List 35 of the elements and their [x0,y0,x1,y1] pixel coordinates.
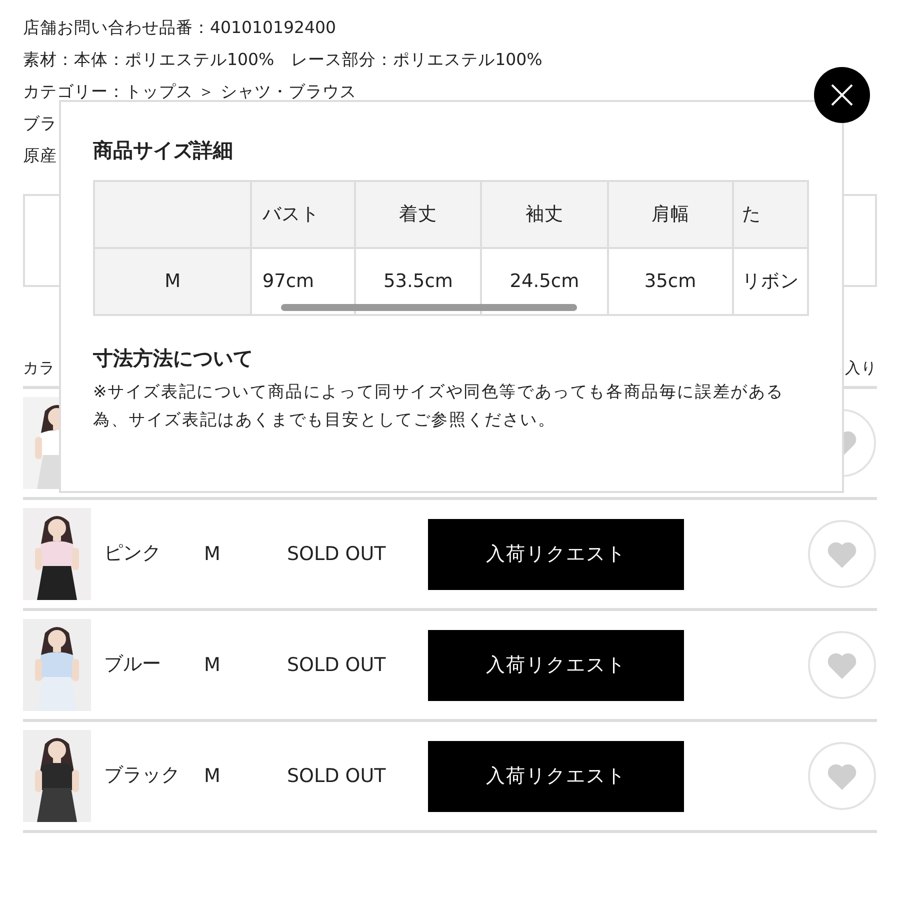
note-text: ※サイズ表記について商品によって同サイズや同色等であっても各商品毎に誤差がある為、サイズ表記はあくまでも目安としてご参照ください。 [93,381,786,431]
color-name: ブルー [104,655,162,676]
close-icon [831,84,853,106]
column-header: カラ [23,358,55,379]
table-cell: 35cm [608,248,733,315]
column-header: 肩幅 [608,181,733,248]
column-header: た [732,181,808,248]
restock-request-button[interactable]: 入荷リクエスト [428,518,684,590]
info-text: ブラ [23,113,57,135]
size-text: M [204,764,222,789]
column-header: 入り [845,358,877,379]
heart-icon [827,762,857,790]
restock-request-button[interactable]: 入荷リクエスト [428,740,684,812]
size-text: M [204,653,222,678]
table-cell: M [94,248,252,315]
column-header: 袖丈 [481,181,608,248]
info-text: 店舗お問い合わせ品番：401010192400 [23,17,336,39]
info-text: 素材：本体：ポリエステル100% レース部分：ポリエステル100% [23,49,542,71]
scrollbar[interactable] [281,304,577,311]
heart-icon [827,540,857,568]
size-text: M [204,542,222,567]
heart-icon [827,652,857,679]
stock-status: SOLD OUT [287,653,387,678]
section-title: 寸法方法について [93,346,254,370]
color-name: ピンク [104,544,162,564]
restock-request-button[interactable]: 入荷リクエスト [428,630,684,701]
info-text: カテゴリー：トップス ＞ シャツ・ブラウス [23,81,356,103]
column-header: 着丈 [355,181,482,248]
info-text: 原産 [23,145,57,167]
table-cell: リボン [732,248,808,315]
color-name: ブラック [104,766,181,786]
stock-status: SOLD OUT [287,764,387,789]
column-header: バスト [251,181,356,248]
modal-title: 商品サイズ詳細 [93,138,234,162]
stock-status: SOLD OUT [287,542,387,567]
